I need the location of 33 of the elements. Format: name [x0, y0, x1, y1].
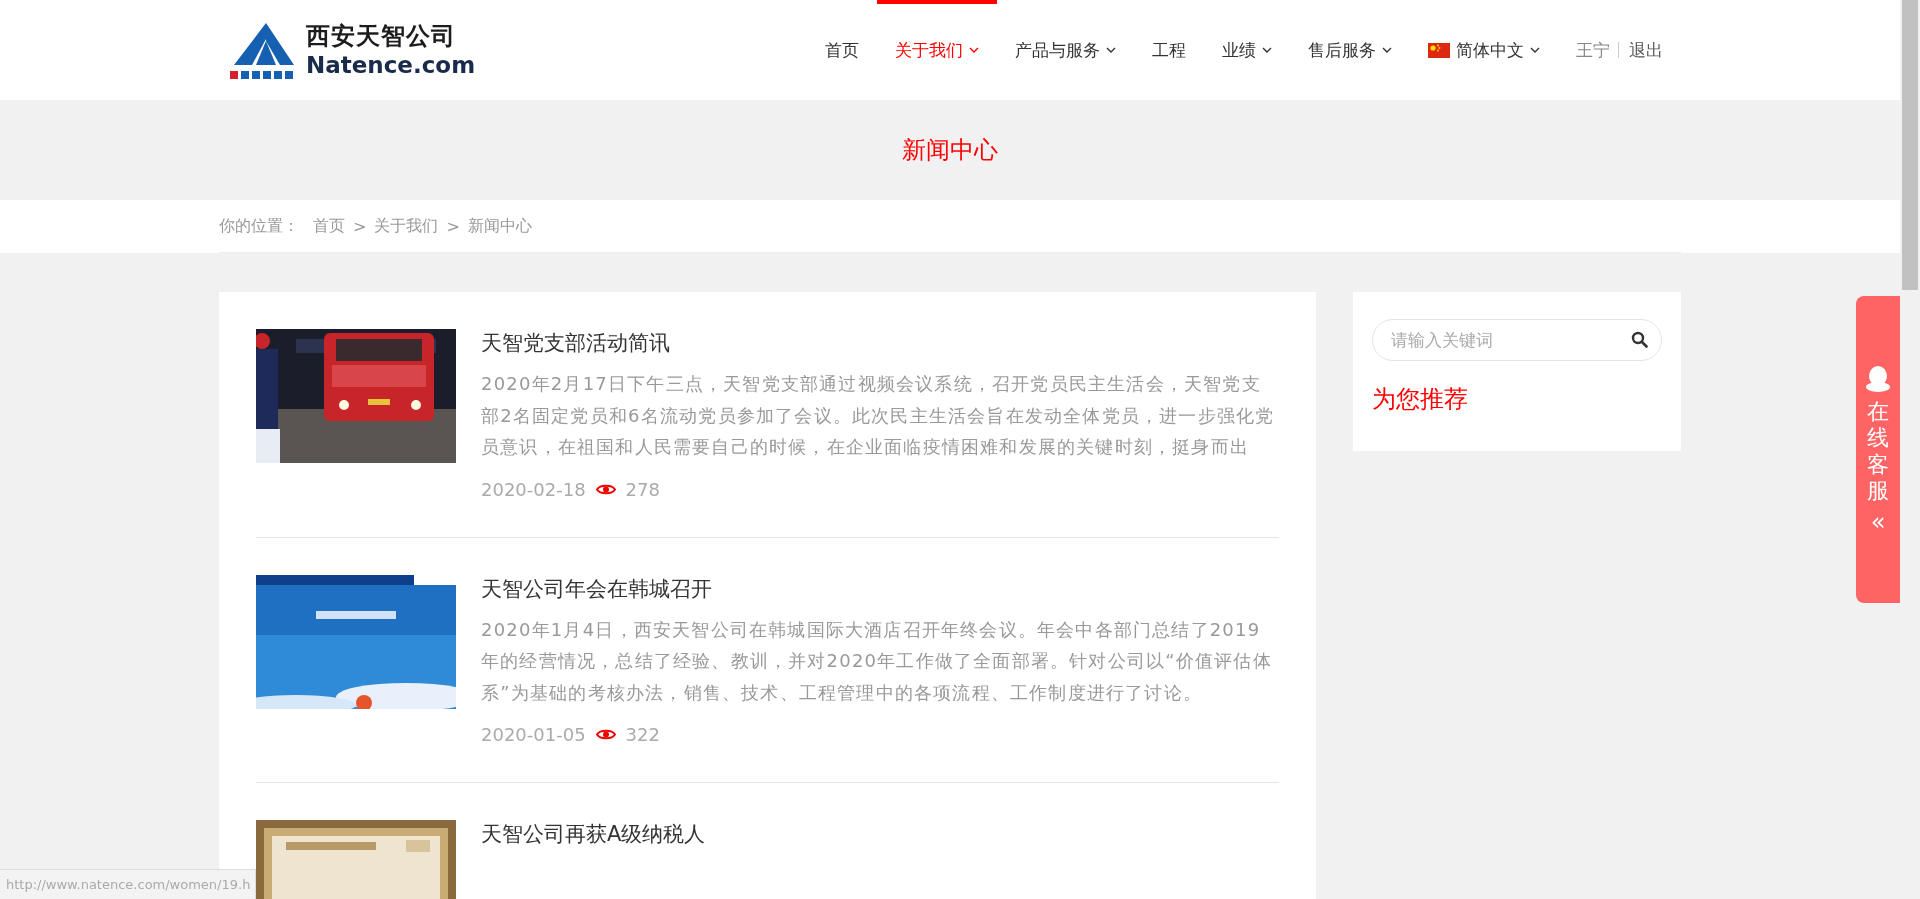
view-count: 278	[625, 478, 660, 500]
article-title[interactable]: 天智党支部活动简讯	[481, 330, 1279, 356]
caret-icon	[1530, 47, 1540, 53]
article-summary: 2020年1月4日，西安天智公司在韩城国际大酒店召开年终会议。年会中各部门总结了2019年的经营情况，总结了经验、教训，并对2020年工作做了全面部署。针对公司以“价值评估体系”为基础的考核办法，销售、技术、工程管理中的各项流程、工作制度进行了讨论。	[481, 617, 1273, 705]
flag-icon	[1428, 42, 1450, 58]
recommend-heading: 为您推荐	[1372, 384, 1469, 415]
eye-icon	[595, 482, 616, 496]
article-title[interactable]: 天智公司年会在韩城召开	[481, 575, 1279, 602]
breadcrumb-separator: >	[446, 216, 460, 236]
view-count: 322	[625, 724, 660, 745]
logo-domain: Natence.com	[306, 53, 476, 77]
status-url: http://www.natence.com/women/19.h	[0, 869, 256, 899]
logo-name: 西安天智公司	[306, 23, 457, 48]
article-date: 2020-01-05	[481, 724, 586, 745]
article-summary: 2020年2月17日下午三点，天智党支部通过视频会议系统，召开党员民主生活会，天智党支部2名固定党员和6名流动党员参加了会议。此次民主生活会旨在发动全体党员，进一步强化党员意识，在祖国和人民需要自己的时候，在企业面临疫情困难和发展的关键时刻，挺身而出	[481, 372, 1276, 459]
nav-item[interactable]: 工程	[1134, 0, 1204, 100]
language-menu[interactable]: 简体中文	[1410, 0, 1558, 100]
breadcrumb-label: 你的位置：	[219, 215, 299, 237]
breadcrumb-separator: >	[353, 216, 367, 236]
nav-item[interactable]: 业绩	[1204, 0, 1290, 100]
eye-icon	[595, 728, 616, 741]
search-field[interactable]: 请输入关键词	[1372, 319, 1662, 361]
page-title: 新闻中心	[902, 135, 998, 166]
logout-link[interactable]: 退出	[1618, 42, 1663, 58]
nav-item[interactable]: 首页	[807, 0, 877, 100]
user-name: 王宁	[1575, 38, 1611, 62]
scrollbar-thumb[interactable]	[1902, 0, 1918, 290]
search-icon[interactable]	[1631, 331, 1648, 348]
nav-item[interactable]: 售后服务	[1290, 0, 1410, 100]
article-date: 2020-02-18	[481, 478, 586, 500]
nav-item[interactable]: 产品与服务	[997, 0, 1134, 100]
nav-item[interactable]: 关于我们	[877, 0, 997, 100]
article-title[interactable]: 天智公司再获A级纳税人	[481, 821, 1279, 847]
